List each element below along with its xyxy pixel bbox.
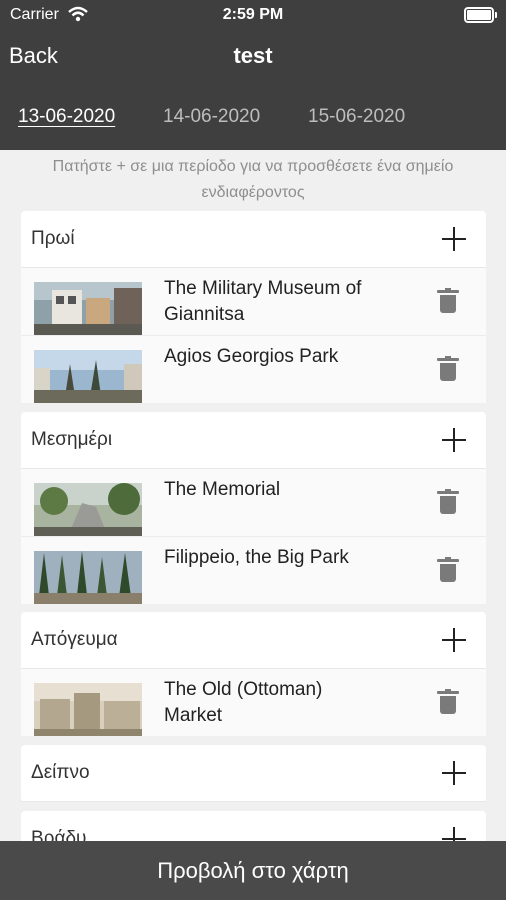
section-header: Πρωί bbox=[21, 211, 486, 268]
navigation-bar: Back test bbox=[0, 40, 506, 76]
app-header: Carrier 2:59 PM Back test 13-06-2020 14-… bbox=[0, 0, 506, 150]
section-title: Απόγευμα bbox=[31, 629, 118, 650]
section-header: Μεσημέρι bbox=[21, 412, 486, 469]
poi-title: Agios Georgios Park bbox=[164, 346, 339, 367]
trash-icon[interactable] bbox=[437, 288, 459, 314]
hint-text: Πατήστε + σε μια περίοδο για να προσθέσε… bbox=[52, 158, 454, 201]
trash-icon[interactable] bbox=[437, 557, 459, 583]
tab-date-2[interactable]: 14-06-2020 bbox=[163, 106, 260, 128]
add-icon[interactable] bbox=[442, 761, 466, 785]
period-section-dinner: Δείπνο bbox=[21, 745, 486, 802]
poi-thumbnail bbox=[34, 483, 142, 536]
view-on-map-button[interactable]: Προβολή στο χάρτη bbox=[0, 841, 506, 900]
period-section-noon: Μεσημέρι The Memorial Filippeio, the Big… bbox=[21, 412, 486, 604]
list-item[interactable]: The Military Museum of Giannitsa bbox=[21, 268, 486, 336]
period-section-morning: Πρωί The Military Museum of Giannitsa Ag… bbox=[21, 211, 486, 403]
list-item[interactable]: The Old (Ottoman) Market bbox=[21, 669, 486, 736]
poi-title: The Military Museum of Giannitsa bbox=[164, 278, 362, 325]
add-icon[interactable] bbox=[442, 628, 466, 652]
section-title: Δείπνο bbox=[31, 762, 90, 783]
tab-date-3[interactable]: 15-06-2020 bbox=[308, 106, 405, 128]
poi-thumbnail bbox=[34, 350, 142, 403]
poi-thumbnail bbox=[34, 282, 142, 335]
status-bar: Carrier 2:59 PM bbox=[0, 0, 506, 30]
list-item[interactable]: Filippeio, the Big Park bbox=[21, 537, 486, 604]
poi-thumbnail bbox=[34, 683, 142, 736]
add-icon[interactable] bbox=[442, 428, 466, 452]
trash-icon[interactable] bbox=[437, 689, 459, 715]
trash-icon[interactable] bbox=[437, 356, 459, 382]
poi-title: The Old (Ottoman) Market bbox=[164, 679, 323, 726]
list-item[interactable]: Agios Georgios Park bbox=[21, 336, 486, 403]
trash-icon[interactable] bbox=[437, 489, 459, 515]
section-header: Απόγευμα bbox=[21, 612, 486, 669]
battery-icon bbox=[464, 7, 497, 23]
tab-date-1[interactable]: 13-06-2020 bbox=[18, 106, 115, 128]
poi-title: The Memorial bbox=[164, 479, 281, 500]
section-title: Πρωί bbox=[31, 228, 75, 249]
section-header: Δείπνο bbox=[21, 745, 486, 802]
poi-thumbnail bbox=[34, 551, 142, 604]
period-section-afternoon: Απόγευμα The Old (Ottoman) Market bbox=[21, 612, 486, 736]
poi-title: Filippeio, the Big Park bbox=[164, 547, 349, 568]
status-time: 2:59 PM bbox=[222, 6, 284, 23]
add-icon[interactable] bbox=[442, 227, 466, 251]
section-title: Μεσημέρι bbox=[31, 429, 113, 450]
date-tabs: 13-06-2020 14-06-2020 15-06-2020 bbox=[0, 106, 506, 136]
page-title: test bbox=[233, 43, 273, 68]
list-item[interactable]: The Memorial bbox=[21, 469, 486, 537]
